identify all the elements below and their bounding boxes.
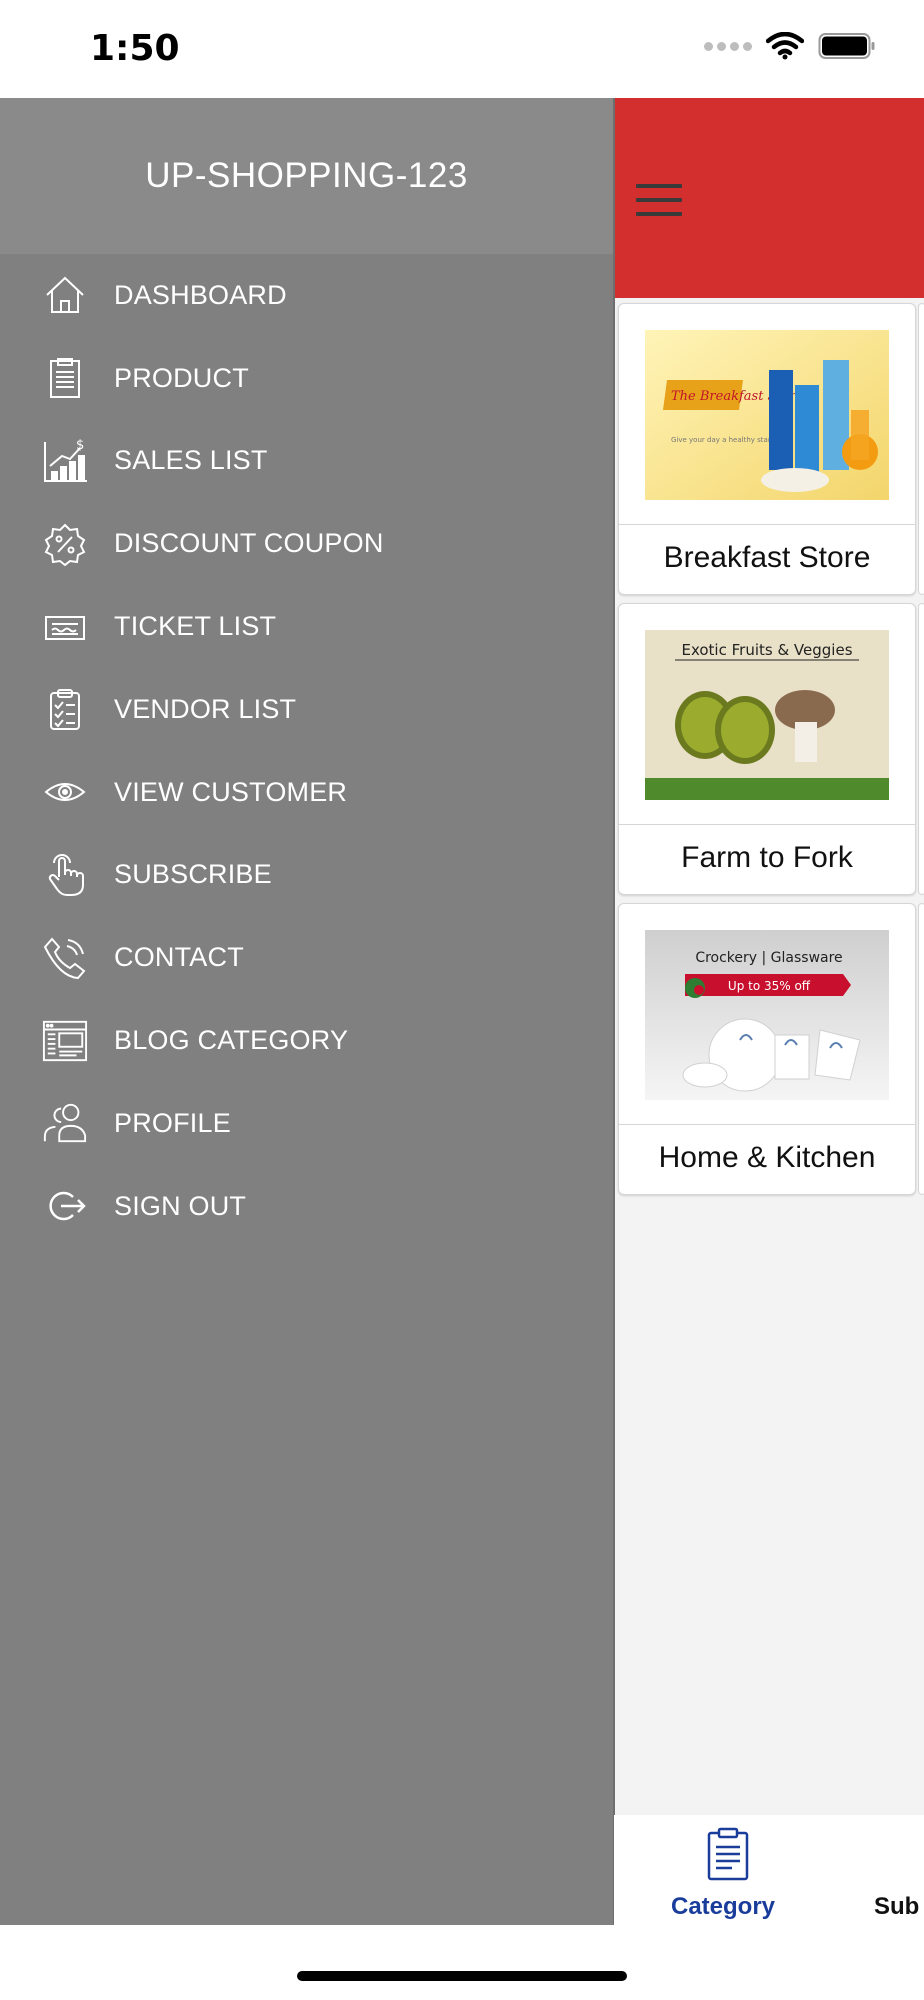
eye-icon — [42, 769, 88, 815]
menu-item-label: VENDOR LIST — [114, 693, 297, 724]
menu-item-profile[interactable]: PROFILE — [0, 1082, 613, 1165]
phone-icon — [42, 935, 88, 981]
menu-item-contact[interactable]: CONTACT — [0, 916, 613, 999]
menu-item-label: PRODUCT — [114, 362, 249, 393]
menu-item-discount-coupon[interactable]: DISCOUNT COUPON — [0, 502, 613, 585]
status-bar: 1:50 — [0, 0, 924, 98]
drawer-menu: DASHBOARD PRODUCT $ SALES LIST DISCOUNT … — [0, 254, 613, 1248]
status-time: 1:50 — [90, 28, 180, 69]
crockery-offer-text: Up to 35% off — [728, 979, 811, 993]
menu-item-sales-list[interactable]: $ SALES LIST — [0, 420, 613, 503]
menu-item-dashboard[interactable]: DASHBOARD — [0, 254, 613, 337]
tap-hand-icon — [42, 852, 88, 898]
drawer-title: UP-SHOPPING-123 — [145, 156, 468, 195]
menu-item-label: TICKET LIST — [114, 611, 277, 642]
menu-item-label: DASHBOARD — [114, 279, 287, 310]
menu-item-view-customer[interactable]: VIEW CUSTOMER — [0, 751, 613, 834]
discount-badge-icon — [42, 521, 88, 567]
menu-item-label: DISCOUNT COUPON — [114, 528, 384, 559]
sales-chart-icon: $ — [42, 438, 88, 484]
menu-item-subscribe[interactable]: SUBSCRIBE — [0, 834, 613, 917]
status-icons — [704, 32, 876, 60]
clipboard-icon — [707, 1827, 749, 1881]
menu-item-label: SUBSCRIBE — [114, 859, 272, 890]
bottom-nav: Category Sub — [614, 1815, 924, 1925]
drawer-header: UP-SHOPPING-123 — [0, 98, 613, 254]
clipboard-list-icon — [42, 355, 88, 401]
menu-item-sign-out[interactable]: SIGN OUT — [0, 1165, 613, 1248]
category-card[interactable]: Crockery | Glassware Up to 35% off Home … — [618, 903, 916, 1195]
battery-icon — [818, 33, 875, 59]
menu-item-label: BLOG CATEGORY — [114, 1025, 349, 1056]
menu-item-ticket-list[interactable]: TICKET LIST — [0, 585, 613, 668]
crockery-title-text: Crockery | Glassware — [695, 950, 842, 966]
signal-icon — [704, 41, 752, 51]
category-screen: The Breakfast Store Give your day a heal… — [614, 98, 924, 1925]
sign-out-icon — [42, 1183, 88, 1229]
users-icon — [42, 1100, 88, 1146]
category-card[interactable]: Exotic Fruits & Veggies Farm to Fork — [618, 603, 916, 895]
category-card[interactable]: The Breakfast Store Give your day a heal… — [618, 303, 916, 595]
menu-item-label: VIEW CUSTOMER — [114, 776, 348, 807]
category-name: Farm to Fork — [681, 841, 853, 874]
ticket-icon — [42, 604, 88, 650]
category-image: Exotic Fruits & Veggies — [645, 630, 889, 800]
menu-item-label: SALES LIST — [114, 445, 268, 476]
hamburger-menu-icon[interactable] — [636, 184, 682, 220]
navigation-drawer: UP-SHOPPING-123 DASHBOARD PRODUCT $ SALE… — [0, 98, 613, 1925]
menu-item-label: PROFILE — [114, 1107, 231, 1138]
menu-item-label: SIGN OUT — [114, 1190, 247, 1221]
checklist-icon — [42, 686, 88, 732]
menu-item-vendor-list[interactable]: VENDOR LIST — [0, 668, 613, 751]
home-indicator — [297, 1971, 627, 1981]
category-name: Breakfast Store — [663, 541, 871, 574]
breakfast-tagline-text: Give your day a healthy start! — [671, 436, 776, 444]
home-icon — [42, 272, 88, 318]
svg-text:$: $ — [76, 438, 84, 453]
category-name: Home & Kitchen — [658, 1141, 876, 1174]
menu-item-blog-category[interactable]: BLOG CATEGORY — [0, 999, 613, 1082]
menu-item-product[interactable]: PRODUCT — [0, 337, 613, 420]
wifi-icon — [766, 32, 804, 60]
category-image: Crockery | Glassware Up to 35% off — [645, 930, 889, 1100]
app-bar — [614, 98, 924, 298]
tab-category[interactable]: Category — [671, 1893, 775, 1921]
menu-item-label: CONTACT — [114, 942, 244, 973]
tab-sub[interactable]: Sub — [874, 1893, 919, 1921]
farm-title-text: Exotic Fruits & Veggies — [681, 641, 852, 659]
category-image: The Breakfast Store Give your day a heal… — [645, 330, 889, 500]
browser-window-icon — [42, 1018, 88, 1064]
